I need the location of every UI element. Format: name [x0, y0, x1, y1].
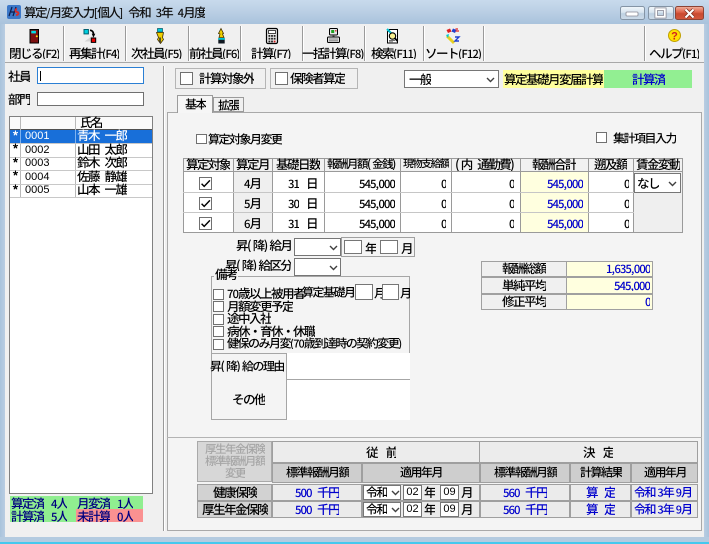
svg-text:?: ?: [671, 31, 678, 43]
